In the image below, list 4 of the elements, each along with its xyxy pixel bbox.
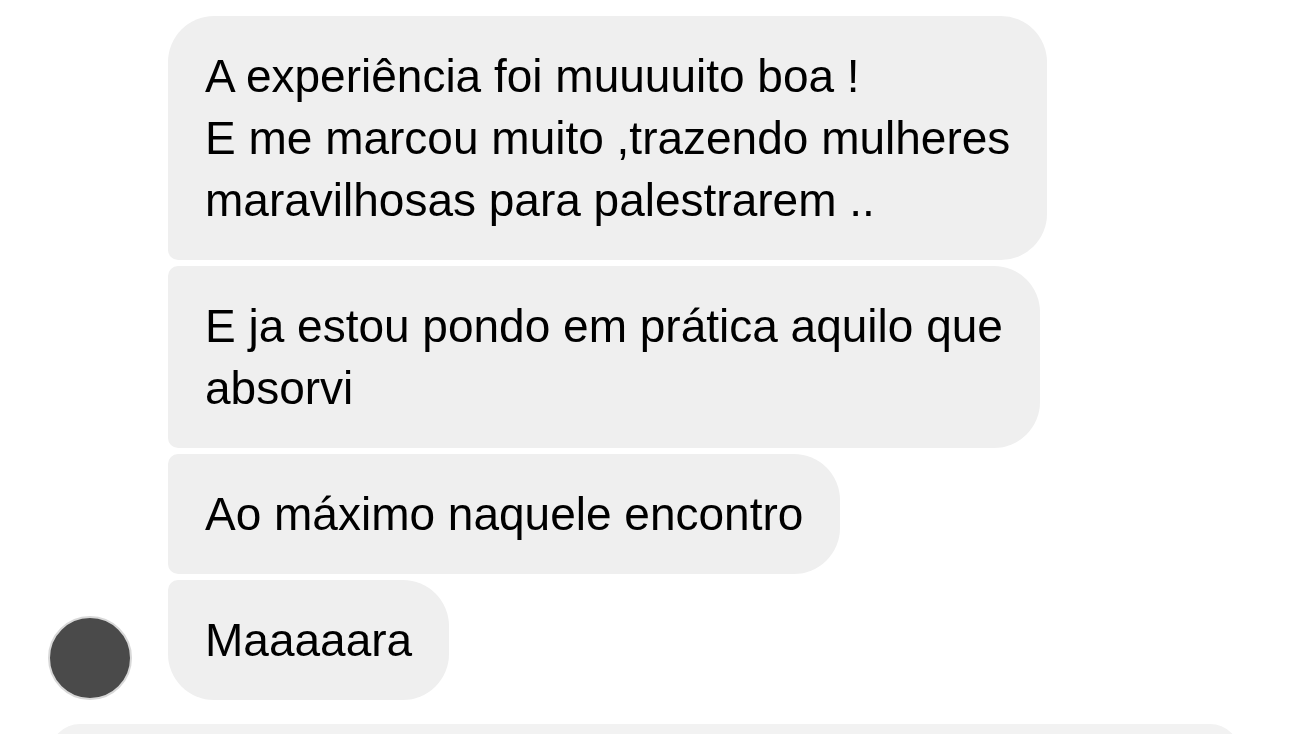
message-bubble: A experiência foi muuuuito boa ! E me marcou muito ,trazendo mulheres maravilhosas para palestrarem .. [168,16,1048,260]
message-bubble: E ja estou pondo em prática aquilo que absorvi [168,266,1040,448]
message-bubble: Ao máximo naquele encontro [168,454,841,574]
message-bubble: Maaaaara [168,580,450,700]
